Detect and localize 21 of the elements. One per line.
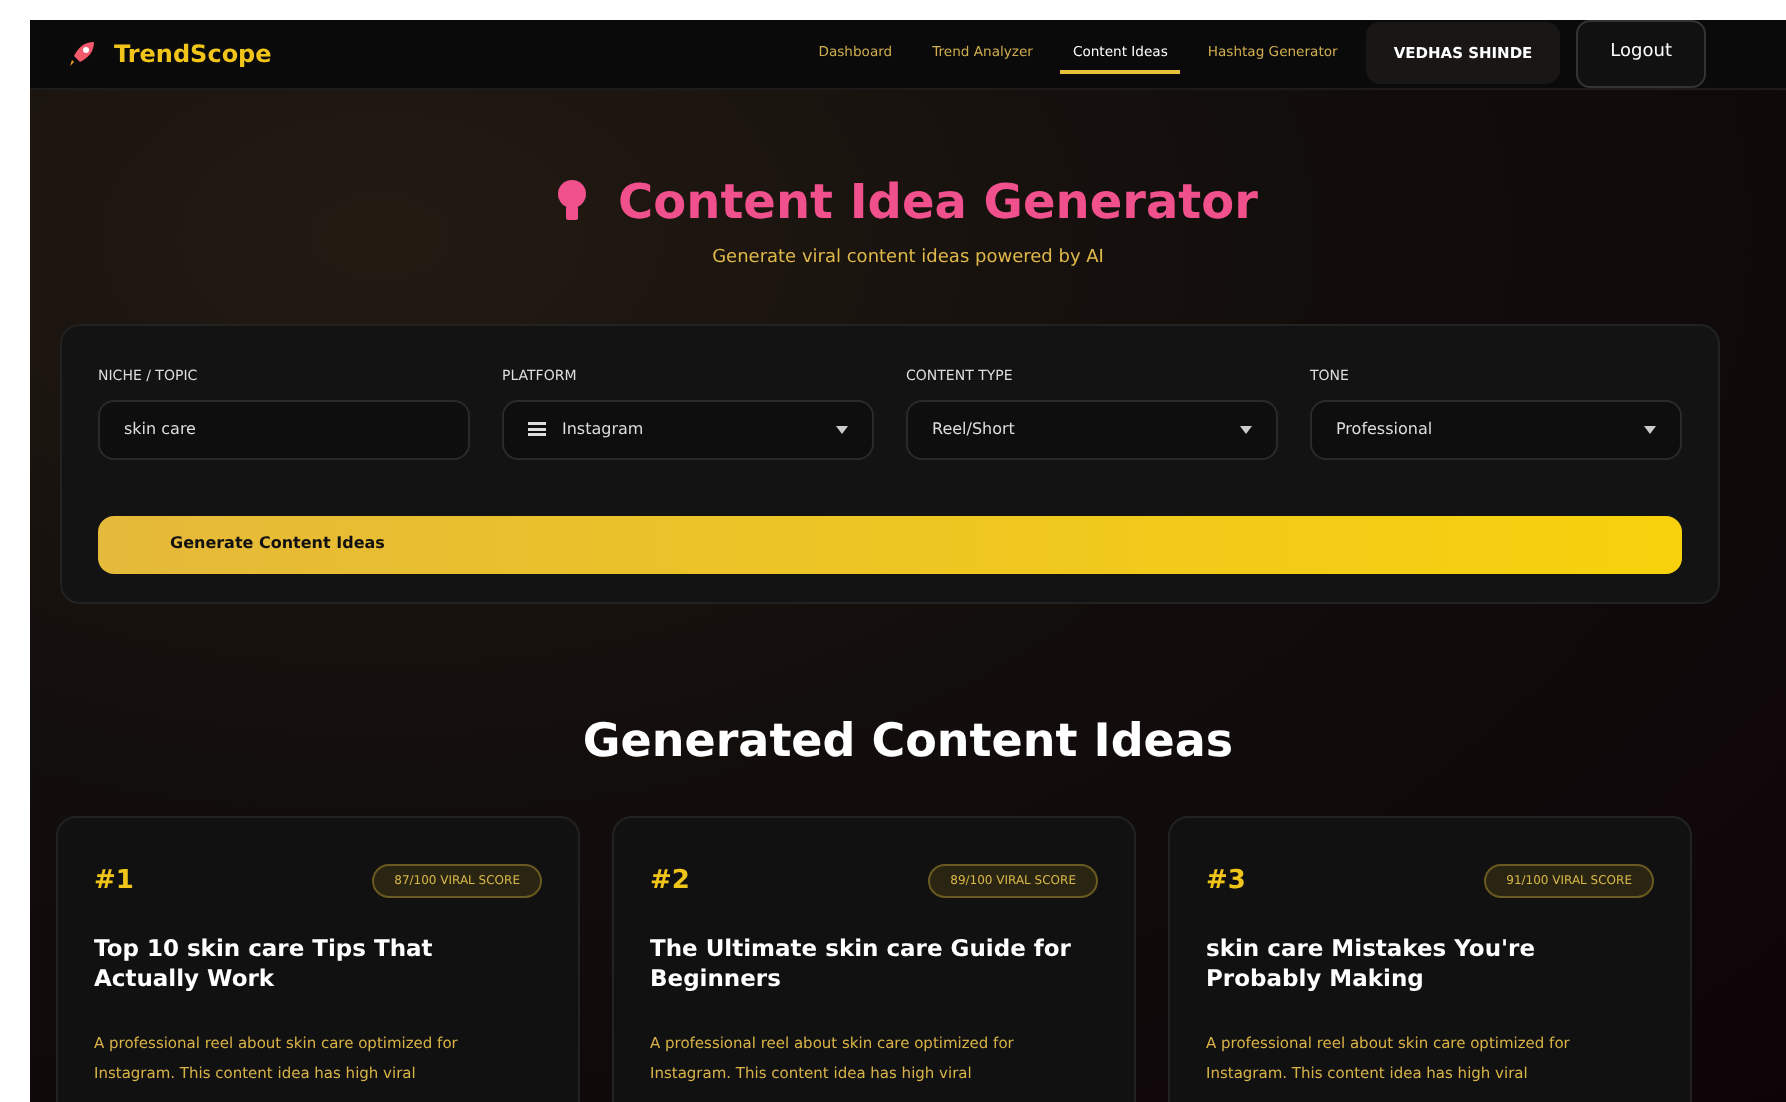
page-title: Content Idea Generator	[618, 171, 1258, 233]
select-field[interactable]: Professional	[1310, 399, 1682, 459]
generate-button[interactable]: Generate Content Ideas	[98, 515, 1682, 573]
select-field[interactable]: Instagram	[502, 399, 874, 459]
select-field[interactable]: Reel/Short	[906, 399, 1278, 459]
idea-rank: #2	[650, 864, 690, 900]
input-field[interactable]: skin care	[98, 399, 470, 459]
idea-rank: #3	[1206, 864, 1246, 900]
idea-title: Top 10 skin care Tips That Actually Work	[94, 933, 435, 996]
brand-name[interactable]: TrendScope	[114, 35, 272, 72]
caret-icon	[836, 425, 848, 433]
page-subtitle: Generate viral content ideas powered by AI	[710, 245, 1106, 271]
idea-rank: #1	[94, 864, 134, 900]
rocket-icon	[66, 37, 98, 70]
caret-icon	[1240, 425, 1252, 433]
section-heading: Generated Content Ideas	[580, 713, 1236, 771]
caret-icon	[1644, 425, 1656, 433]
logout-button[interactable]: Logout	[1576, 20, 1706, 87]
idea-title: skin care Mistakes You're Probably Making	[1206, 933, 1538, 996]
idea-title: The Ultimate skin care Guide for Beginners	[650, 933, 1073, 996]
lightbulb-icon	[558, 177, 587, 225]
